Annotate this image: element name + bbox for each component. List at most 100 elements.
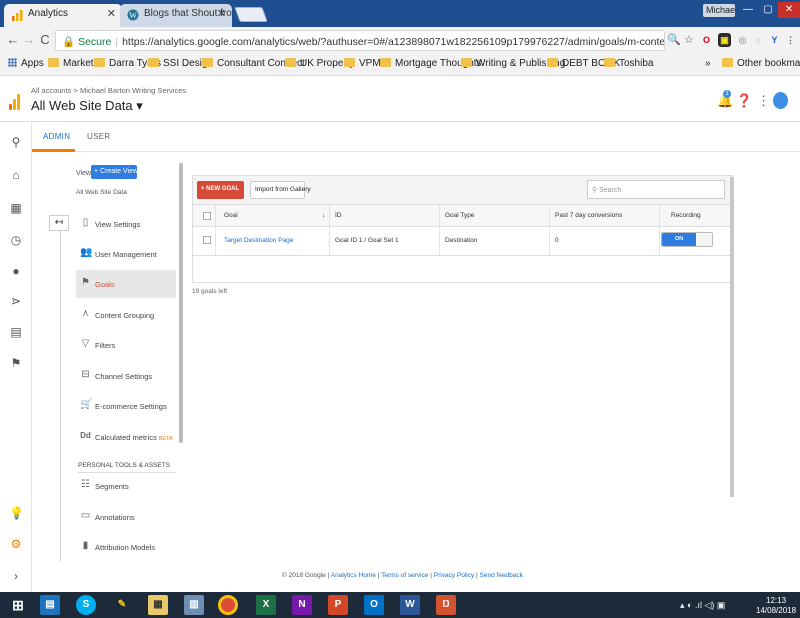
tab-admin[interactable]: ADMIN xyxy=(43,132,70,141)
taskbar-clock[interactable]: 12:13 14/08/2018 xyxy=(756,596,796,616)
onenote-icon[interactable]: N xyxy=(292,595,312,615)
excel-icon[interactable]: X xyxy=(256,595,276,615)
scrollbar[interactable] xyxy=(179,163,183,443)
column-header-id[interactable]: ID xyxy=(335,212,342,219)
word-icon[interactable]: W xyxy=(400,595,420,615)
bookmark-folder[interactable]: Toshiba xyxy=(604,58,653,69)
divider xyxy=(329,205,330,255)
bookmark-folder[interactable]: VPM xyxy=(344,58,381,69)
acquisition-icon[interactable]: ⋗ xyxy=(9,294,23,308)
column-header-type[interactable]: Goal Type xyxy=(445,212,475,219)
tab-user[interactable]: USER xyxy=(87,132,110,141)
address-bar[interactable]: 🔒 Secure | https://analytics.google.com/ana… xyxy=(55,30,665,51)
new-goal-button[interactable]: + NEW GOAL xyxy=(197,181,244,199)
customization-icon[interactable]: ▦ xyxy=(9,201,23,215)
menu-dots-icon[interactable]: ⋮ xyxy=(784,33,797,47)
extension-icon[interactable]: ▣ xyxy=(718,33,731,47)
import-gallery-button[interactable]: Import from Gallery xyxy=(250,181,311,199)
reload-icon[interactable]: C xyxy=(38,32,52,48)
menu-segments[interactable]: ☷ Segments xyxy=(76,472,176,500)
audience-person-icon[interactable]: ● xyxy=(9,264,23,278)
active-tab-indicator xyxy=(32,149,75,152)
app-icon[interactable]: Ŋ xyxy=(436,595,456,615)
new-tab-button[interactable] xyxy=(234,7,268,22)
menu-filters[interactable]: ▽ Filters xyxy=(76,331,176,359)
menu-channel-settings[interactable]: ⊟ Channel Settings xyxy=(76,362,176,390)
help-icon[interactable]: ❓ xyxy=(736,93,752,109)
extension-icon[interactable]: ○ xyxy=(752,33,765,47)
close-tab-icon[interactable]: ✕ xyxy=(217,7,226,20)
analytics-logo-icon[interactable] xyxy=(9,94,21,110)
system-tray[interactable]: ▴ ◐ .ıl ◁) ▣ xyxy=(680,600,725,611)
discover-lightbulb-icon[interactable]: 💡 xyxy=(9,506,24,520)
back-arrow-icon[interactable]: ↤ xyxy=(49,215,69,231)
recording-toggle[interactable]: ON xyxy=(661,232,713,247)
menu-annotations[interactable]: ▭ Annotations xyxy=(76,503,176,531)
column-header-conversions[interactable]: Past 7 day conversions xyxy=(555,212,622,219)
sort-arrow-icon[interactable]: ↓ xyxy=(322,212,325,219)
row-checkbox[interactable] xyxy=(203,236,211,244)
bookmark-other[interactable]: Other bookmarks xyxy=(722,58,800,69)
skype-icon[interactable]: S xyxy=(76,595,96,615)
menu-user-management[interactable]: 👥 User Management xyxy=(76,240,176,268)
footer-link-terms[interactable]: Terms of service xyxy=(381,572,428,579)
profile-button[interactable]: Michae xyxy=(703,4,735,17)
folder-icon xyxy=(380,58,391,67)
divider xyxy=(439,205,440,255)
outlook-icon[interactable]: O xyxy=(364,595,384,615)
tab-analytics[interactable]: Analytics ✕ xyxy=(4,4,122,27)
home-icon[interactable]: ⌂ xyxy=(9,168,23,182)
pen-tool-icon[interactable]: ✎ xyxy=(112,595,132,615)
footer-link-privacy[interactable]: Privacy Policy xyxy=(434,572,474,579)
breadcrumb[interactable]: All accounts > Michael Barton Writing Se… xyxy=(31,86,186,95)
notes-icon[interactable]: ▦ xyxy=(148,595,168,615)
menu-attribution-models[interactable]: ▮ Attribution Models xyxy=(76,533,176,561)
more-bookmarks-button[interactable]: » xyxy=(705,58,711,69)
menu-calculated-metrics[interactable]: Dd Calculated metrics BETA xyxy=(76,423,176,451)
bookmark-apps[interactable]: Apps xyxy=(8,58,44,69)
goal-name-link[interactable]: Target Destination Page xyxy=(224,237,293,244)
chrome-icon[interactable] xyxy=(218,595,238,615)
close-tab-icon[interactable]: ✕ xyxy=(107,7,116,20)
calculator-icon[interactable]: ▥ xyxy=(184,595,204,615)
bookmark-folder[interactable]: Markets xyxy=(48,58,99,69)
view-name[interactable]: All Web Site Data xyxy=(76,189,127,196)
tab-blogs[interactable]: W Blogs that Shout from th ✕ xyxy=(120,4,232,27)
maximize-icon[interactable]: ▢ xyxy=(758,2,778,18)
minimize-icon[interactable]: — xyxy=(738,2,758,18)
realtime-clock-icon[interactable]: ◷ xyxy=(9,233,23,247)
back-arrow-icon[interactable]: ← xyxy=(6,32,20,48)
view-selector[interactable]: All Web Site Data ▾ xyxy=(31,98,143,114)
column-header-goal[interactable]: Goal xyxy=(224,212,238,219)
close-window-icon[interactable]: ✕ xyxy=(778,2,800,18)
opera-extension-icon[interactable]: O xyxy=(700,33,713,47)
create-view-button[interactable]: + Create View xyxy=(91,165,138,179)
extension-icon[interactable]: ◎ xyxy=(736,33,749,47)
column-header-recording[interactable]: Recording xyxy=(671,212,701,219)
avatar[interactable] xyxy=(773,92,788,109)
menu-view-settings[interactable]: ▯ View Settings xyxy=(76,210,176,238)
forward-arrow-icon[interactable]: → xyxy=(22,32,36,48)
menu-ecommerce-settings[interactable]: 🛒 E-commerce Settings xyxy=(76,392,176,420)
explorer-icon[interactable]: ▤ xyxy=(40,595,60,615)
admin-gear-icon[interactable]: ⚙ xyxy=(9,537,23,551)
search-icon[interactable]: ⚲ xyxy=(9,135,23,149)
bookmark-star-icon[interactable]: ☆ xyxy=(684,33,694,46)
conversions-flag-icon[interactable]: ⚑ xyxy=(9,356,23,370)
zoom-icon[interactable]: 🔍 xyxy=(667,33,681,46)
behavior-icon[interactable]: ▤ xyxy=(9,325,23,339)
expand-chevron-icon[interactable]: › xyxy=(9,569,23,583)
select-all-checkbox[interactable] xyxy=(203,212,211,220)
menu-goals[interactable]: ⚑ Goals xyxy=(76,270,176,298)
footer-link-feedback[interactable]: Send feedback xyxy=(480,572,523,579)
yoast-extension-icon[interactable]: Y xyxy=(768,33,781,47)
footer-link-analytics-home[interactable]: Analytics Home xyxy=(331,572,376,579)
windows-start-icon[interactable]: ⊞ xyxy=(8,595,28,615)
more-options-icon[interactable]: ⋮ xyxy=(757,93,770,109)
powerpoint-icon[interactable]: P xyxy=(328,595,348,615)
url-text: https://analytics.google.com/analytics/w… xyxy=(122,36,665,48)
scrollbar[interactable] xyxy=(730,177,734,497)
search-input[interactable]: ⚲ Search xyxy=(587,180,725,199)
menu-content-grouping[interactable]: ⋏ Content Grouping xyxy=(76,301,176,329)
admin-user-tabs: ADMIN USER xyxy=(32,122,800,152)
